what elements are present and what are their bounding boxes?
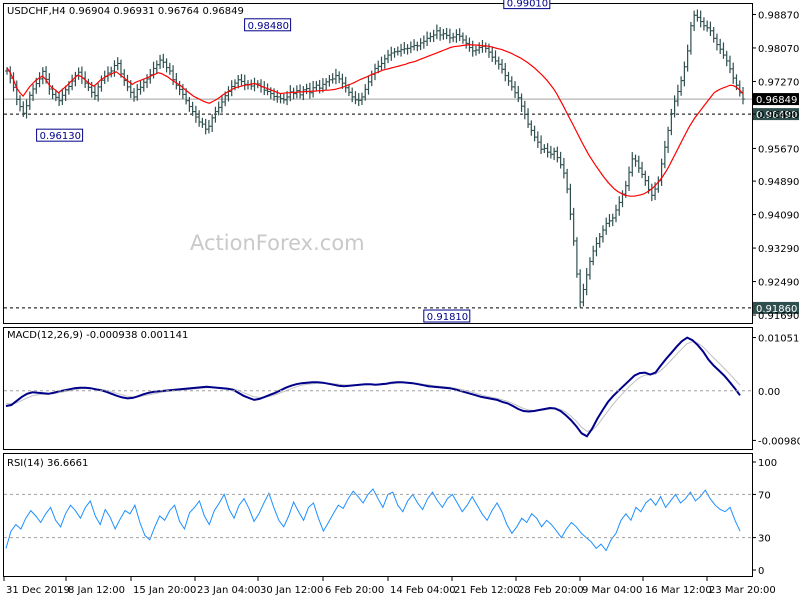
rsi-ytick-label: 0: [758, 566, 764, 577]
x-tick-label: 28 Feb 20:00: [518, 585, 584, 596]
price-annotation-label: 0.98480: [248, 21, 289, 32]
price-annotation-label: 0.91810: [427, 312, 468, 323]
x-tick-label: 14 Feb 04:00: [390, 585, 456, 596]
price-ytick-label: 0.95670: [758, 144, 799, 155]
price-annotation-label: 0.99010: [507, 0, 548, 10]
rsi-ytick-label: 70: [758, 490, 771, 501]
price-ytick-label: 0.93290: [758, 244, 799, 255]
x-tick-label: 9 Mar 04:00: [582, 585, 642, 596]
price-header: USDCHF,H4 0.96904 0.96931 0.96764 0.9684…: [7, 6, 244, 17]
x-tick-label: 23 Mar 20:00: [709, 585, 776, 596]
price-ytick-label: 0.98870: [758, 10, 799, 21]
rsi-header: RSI(14) 36.6661: [7, 458, 88, 469]
x-tick-label: 15 Jan 20:00: [133, 585, 196, 596]
x-tick-label: 31 Dec 2019: [6, 585, 70, 596]
macd-ytick-label: 0.010513: [758, 334, 800, 345]
watermark: ActionForex.com: [190, 231, 365, 255]
macd-ytick-label: -0.009804: [758, 436, 800, 447]
price-ytick-label: 0.94890: [758, 177, 799, 188]
x-tick-label: 23 Jan 04:00: [197, 585, 260, 596]
price-ytick-label: 0.97270: [758, 77, 799, 88]
macd-header: MACD(12,26,9) -0.000938 0.001141: [7, 330, 188, 341]
x-tick-label: 30 Jan 12:00: [260, 585, 323, 596]
price-ytick-label: 0.94090: [758, 211, 799, 222]
x-tick-label: 6 Feb 20:00: [325, 585, 384, 596]
x-tick-label: 8 Jan 12:00: [68, 585, 125, 596]
rsi-ytick-label: 100: [758, 458, 777, 469]
rsi-ytick-label: 30: [758, 534, 771, 545]
price-ytick-label: 0.96490: [758, 110, 799, 121]
price-annotation-label: 0.96130: [40, 131, 81, 142]
price-ytick-label: 0.98070: [758, 44, 799, 55]
x-tick-label: 16 Mar 12:00: [645, 585, 712, 596]
x-tick-label: 21 Feb 12:00: [454, 585, 520, 596]
current-price-label: 0.96849: [756, 95, 797, 106]
chart-background: [0, 0, 800, 600]
macd-current-label: 0.00: [758, 387, 780, 398]
price-ytick-label: 0.92490: [758, 278, 799, 289]
price-ytick-label: 0.91690: [758, 311, 799, 322]
chart-root: USDCHF,H4 0.96904 0.96931 0.96764 0.9684…: [0, 0, 800, 600]
